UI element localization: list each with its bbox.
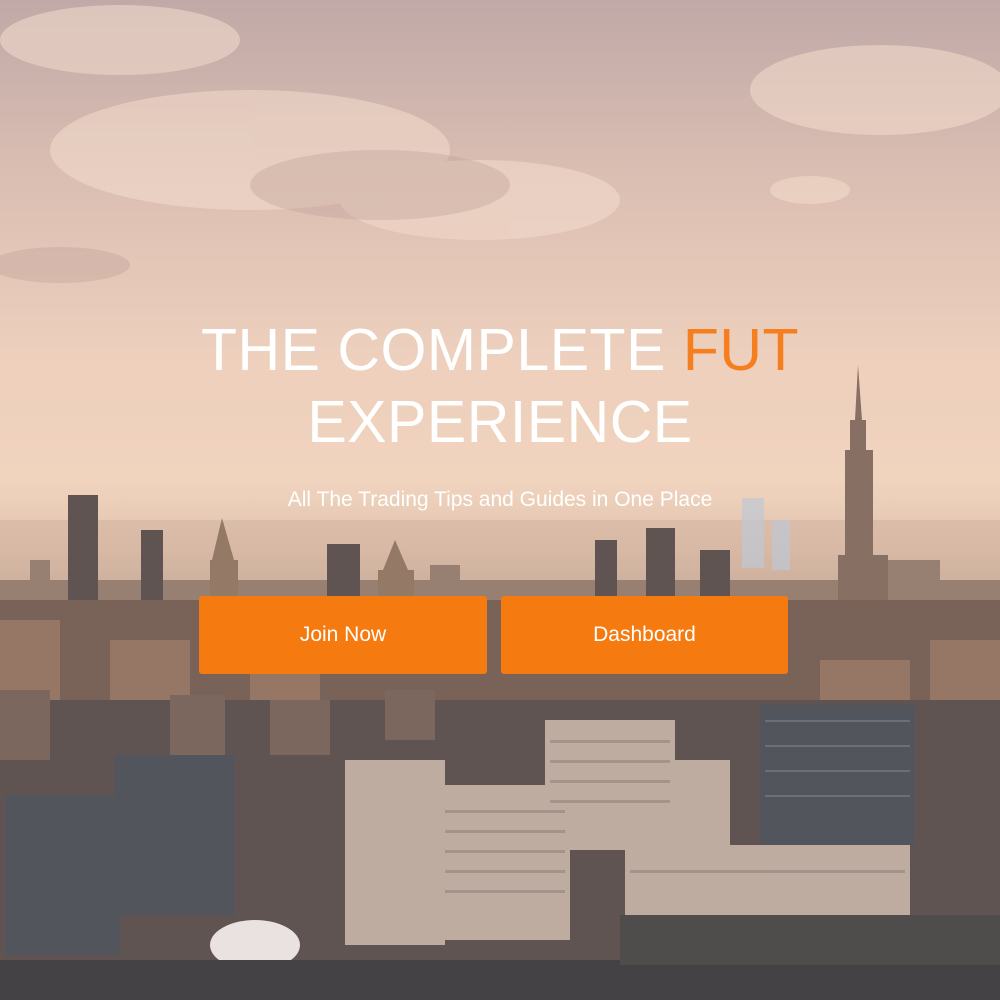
- join-now-button[interactable]: Join Now: [199, 596, 487, 674]
- hero-subtitle: All The Trading Tips and Guides in One P…: [287, 488, 713, 511]
- headline-accent: FUT: [682, 317, 800, 383]
- dashboard-button[interactable]: Dashboard: [501, 596, 788, 674]
- headline-second-line: EXPERIENCE: [307, 389, 693, 455]
- hero-section: THE COMPLETE FUT EXPERIENCE All The Tradi…: [0, 0, 1000, 1000]
- hero-headline: THE COMPLETE FUT EXPERIENCE: [0, 314, 1000, 458]
- headline-text: THE COMPLETE: [200, 317, 683, 383]
